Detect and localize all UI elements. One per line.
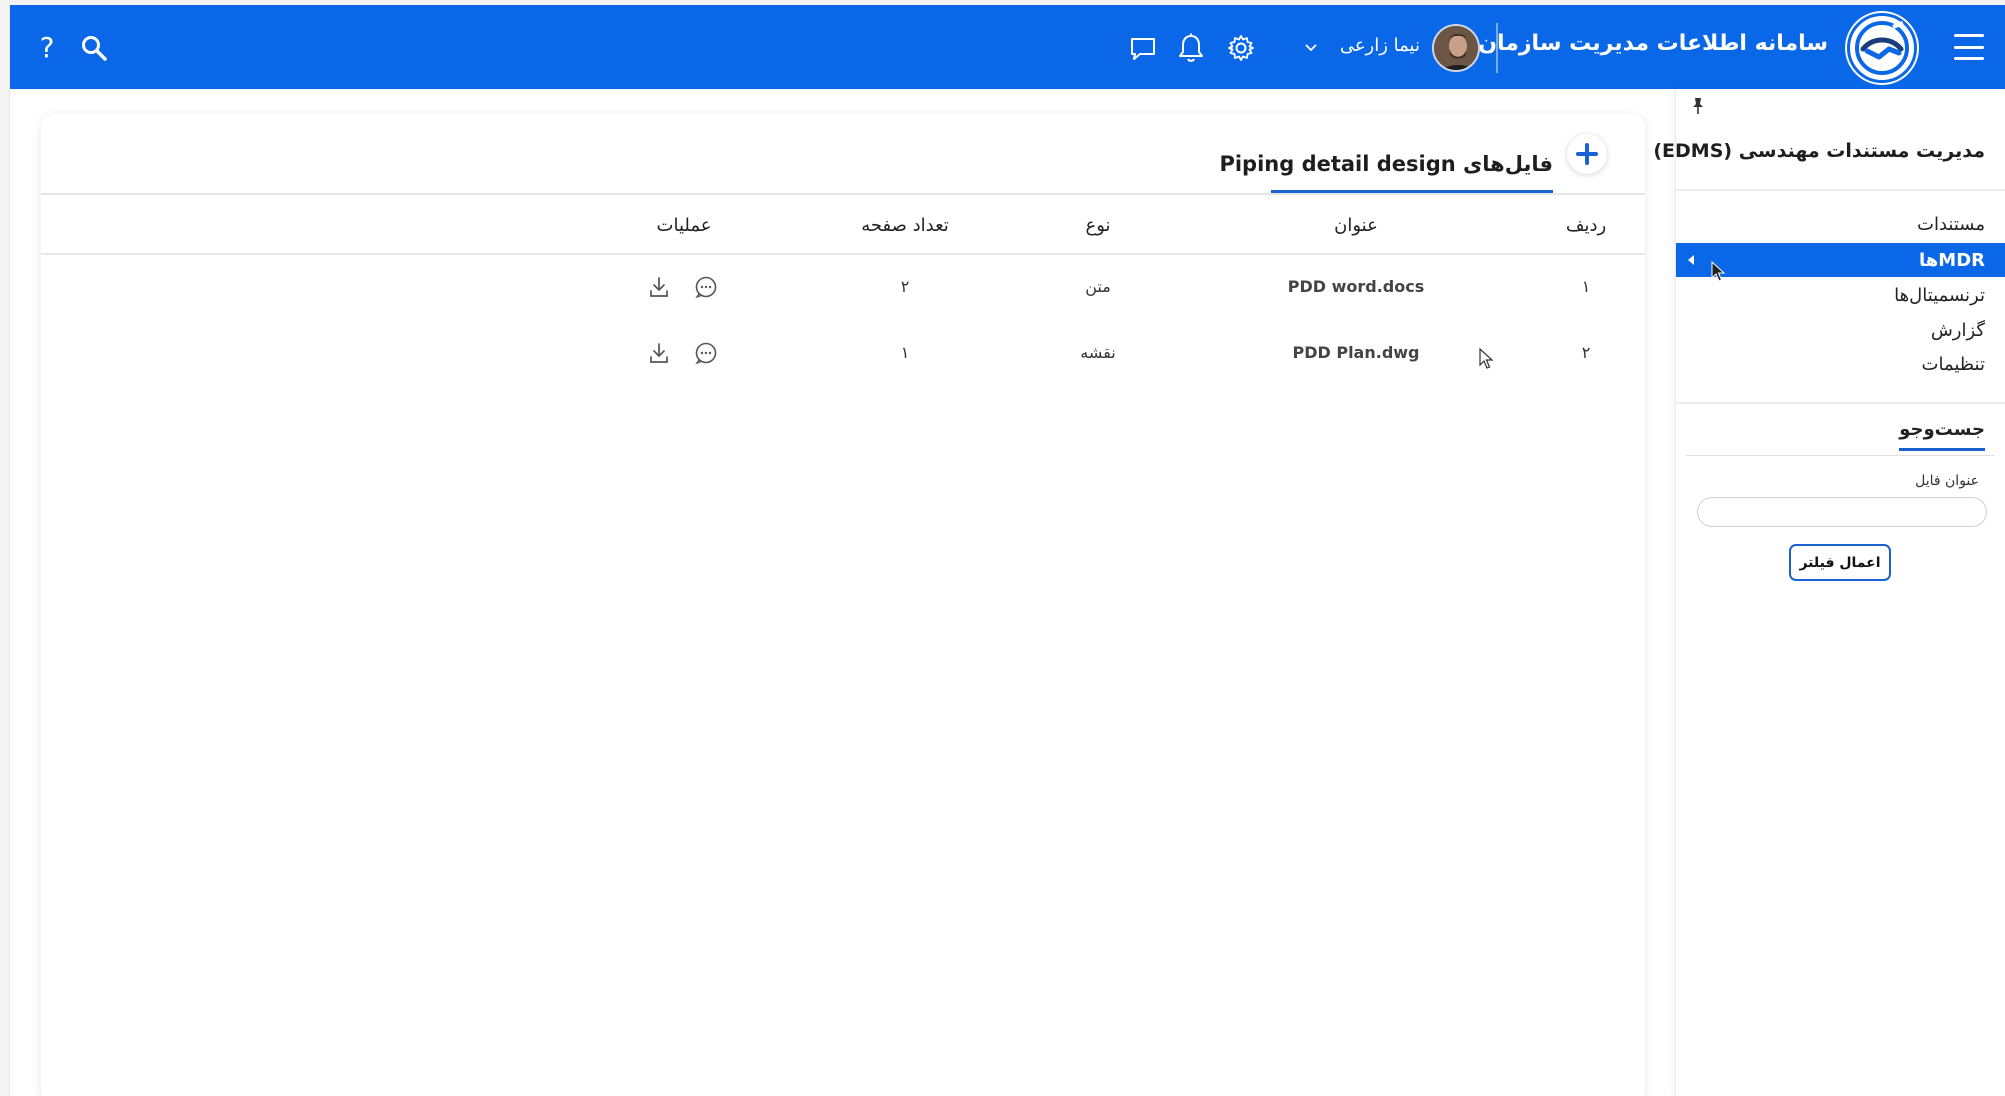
table-header: ردیف عنوان نوع تعداد صفحه عملیات xyxy=(41,195,1645,255)
sidebar-title: مدیریت مستندات مهندسی (EDMS) xyxy=(1653,140,1985,162)
table-row[interactable]: ۱ PDD word.docs متن ۲ xyxy=(41,257,1645,319)
pin-icon[interactable] xyxy=(1690,97,1706,115)
download-icon[interactable] xyxy=(645,273,673,301)
app-logo[interactable] xyxy=(1847,13,1917,83)
add-file-button[interactable] xyxy=(1567,134,1607,174)
cell-type: متن xyxy=(1085,277,1111,296)
sidebar: مدیریت مستندات مهندسی (EDMS) مستندات MDR… xyxy=(1653,89,2005,1096)
gear-icon[interactable] xyxy=(1225,32,1257,64)
column-header-title[interactable]: عنوان xyxy=(1334,215,1378,236)
file-title-input[interactable] xyxy=(1697,497,1987,527)
sidebar-item-label: MDRها xyxy=(1919,249,1985,271)
user-avatar[interactable] xyxy=(1432,24,1480,72)
bell-icon[interactable] xyxy=(1175,31,1207,65)
caret-left-icon xyxy=(1688,255,1694,265)
sidebar-item-report[interactable]: گزارش xyxy=(1676,313,2005,347)
card-title: فایل‌های Piping detail design xyxy=(1219,152,1553,176)
menu-icon[interactable] xyxy=(1951,31,1987,63)
sidebar-item-settings[interactable]: تنظیمات xyxy=(1676,347,2005,381)
sidebar-divider xyxy=(1676,402,2005,404)
cell-title[interactable]: PDD word.docs xyxy=(1288,277,1425,296)
user-name[interactable]: نیما زارعی xyxy=(1340,35,1420,56)
file-title-label: عنوان فایل xyxy=(1915,473,1979,489)
search-section-divider xyxy=(1686,455,1995,456)
window-left-edge xyxy=(0,0,10,1096)
cell-type: نقشه xyxy=(1080,343,1116,362)
comment-icon[interactable] xyxy=(692,273,720,301)
column-header-operations: عملیات xyxy=(656,215,712,236)
sidebar-item-documents[interactable]: مستندات xyxy=(1676,207,2005,241)
chevron-down-icon[interactable] xyxy=(1301,38,1321,58)
search-section-title[interactable]: جست‌وجو xyxy=(1899,419,1985,451)
chat-icon[interactable] xyxy=(1127,33,1159,65)
plus-icon xyxy=(1576,143,1598,165)
search-icon[interactable] xyxy=(78,32,110,64)
cell-pages: ۲ xyxy=(900,277,910,296)
tab-files[interactable]: فایل‌های Piping detail design xyxy=(1219,138,1553,193)
header-divider xyxy=(1496,23,1498,73)
column-header-pages[interactable]: تعداد صفحه xyxy=(861,215,949,236)
cell-index: ۲ xyxy=(1581,343,1591,362)
apply-filter-button[interactable]: اعمال فیلتر xyxy=(1789,544,1891,581)
comment-icon[interactable] xyxy=(692,339,720,367)
files-card: فایل‌های Piping detail design ردیف عنوان… xyxy=(41,114,1645,1096)
sidebar-divider xyxy=(1676,189,2005,191)
table-row[interactable]: ۲ PDD Plan.dwg نقشه ۱ xyxy=(41,323,1645,385)
cell-index: ۱ xyxy=(1581,277,1591,296)
sidebar-item-transmittals[interactable]: ترنسمیتال‌ها xyxy=(1676,278,2005,312)
app-title: سامانه اطلاعات مدیریت سازمان‌یار xyxy=(1449,31,1828,56)
download-icon[interactable] xyxy=(645,339,673,367)
cell-title[interactable]: PDD Plan.dwg xyxy=(1292,343,1419,362)
sidebar-item-mdr[interactable]: MDRها xyxy=(1676,243,2005,277)
cell-pages: ۱ xyxy=(900,343,910,362)
top-header: سامانه اطلاعات مدیریت سازمان‌یار نیما زا… xyxy=(10,5,2005,89)
column-header-type[interactable]: نوع xyxy=(1085,215,1110,236)
help-icon[interactable]: ? xyxy=(32,29,62,65)
column-header-index[interactable]: ردیف xyxy=(1566,215,1606,236)
